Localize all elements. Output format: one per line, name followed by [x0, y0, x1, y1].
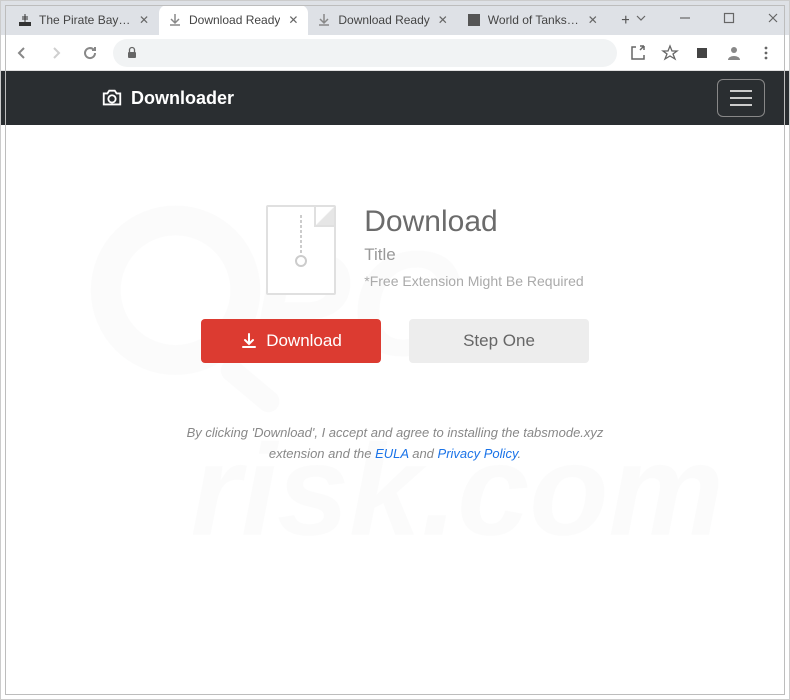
download-heading: Download: [364, 205, 583, 239]
wot-icon: [466, 12, 482, 28]
eula-link[interactable]: EULA: [375, 446, 408, 461]
zip-file-icon: [266, 205, 336, 295]
download-button[interactable]: Download: [201, 319, 381, 363]
browser-tab[interactable]: Download Ready ✕: [159, 5, 308, 35]
download-icon: [316, 12, 332, 28]
file-card: Download Title *Free Extension Might Be …: [206, 205, 583, 295]
site-brand[interactable]: Downloader: [101, 87, 234, 109]
file-note: *Free Extension Might Be Required: [364, 273, 583, 289]
file-title: Title: [364, 245, 583, 265]
tab-title: Download Ready: [189, 13, 280, 27]
close-icon[interactable]: ✕: [137, 13, 151, 27]
browser-tab[interactable]: Download Ready ✕: [308, 5, 457, 35]
privacy-policy-link[interactable]: Privacy Policy: [438, 446, 518, 461]
hamburger-menu[interactable]: [717, 79, 765, 117]
star-icon[interactable]: [661, 44, 679, 62]
disclaimer-post: .: [517, 446, 521, 461]
tab-title: World of Tanks—F: [488, 13, 580, 27]
close-icon[interactable]: ✕: [436, 13, 450, 27]
brand-name: Downloader: [131, 88, 234, 109]
download-arrow-icon: [240, 332, 258, 350]
main-content: Download Title *Free Extension Might Be …: [1, 125, 789, 465]
file-meta: Download Title *Free Extension Might Be …: [364, 205, 583, 295]
browser-tab[interactable]: The Pirate Bay - Th ✕: [9, 5, 159, 35]
lock-icon: [125, 46, 139, 60]
minimize-icon[interactable]: [673, 4, 697, 32]
tab-title: The Pirate Bay - Th: [39, 13, 131, 27]
browser-tab[interactable]: World of Tanks—F ✕: [458, 5, 608, 35]
download-icon: [167, 12, 183, 28]
forward-button[interactable]: [45, 42, 67, 64]
tab-title: Download Ready: [338, 13, 429, 27]
toolbar-actions: [629, 44, 779, 62]
step-one-label: Step One: [463, 331, 535, 351]
browser-toolbar: [1, 35, 789, 71]
share-icon[interactable]: [629, 44, 647, 62]
window-controls: [629, 1, 789, 35]
close-window-icon[interactable]: [761, 4, 785, 32]
browser-tabstrip: The Pirate Bay - Th ✕ Download Ready ✕ D…: [1, 1, 789, 35]
reload-button[interactable]: [79, 42, 101, 64]
button-row: Download Step One: [201, 319, 589, 363]
profile-icon[interactable]: [725, 44, 743, 62]
back-button[interactable]: [11, 42, 33, 64]
disclaimer-mid: and: [409, 446, 438, 461]
page-viewport: Downloader PC risk.com Download Title: [1, 71, 789, 699]
address-bar[interactable]: [113, 39, 617, 67]
chevron-down-icon[interactable]: [629, 4, 653, 32]
camera-icon: [101, 87, 123, 109]
close-icon[interactable]: ✕: [586, 13, 600, 27]
download-button-label: Download: [266, 331, 342, 351]
disclaimer-text: By clicking 'Download', I accept and agr…: [175, 423, 615, 465]
site-topbar: Downloader: [1, 71, 789, 125]
step-one-button[interactable]: Step One: [409, 319, 589, 363]
menu-icon[interactable]: [757, 44, 775, 62]
close-icon[interactable]: ✕: [286, 13, 300, 27]
extensions-icon[interactable]: [693, 44, 711, 62]
maximize-icon[interactable]: [717, 4, 741, 32]
ship-icon: [17, 12, 33, 28]
